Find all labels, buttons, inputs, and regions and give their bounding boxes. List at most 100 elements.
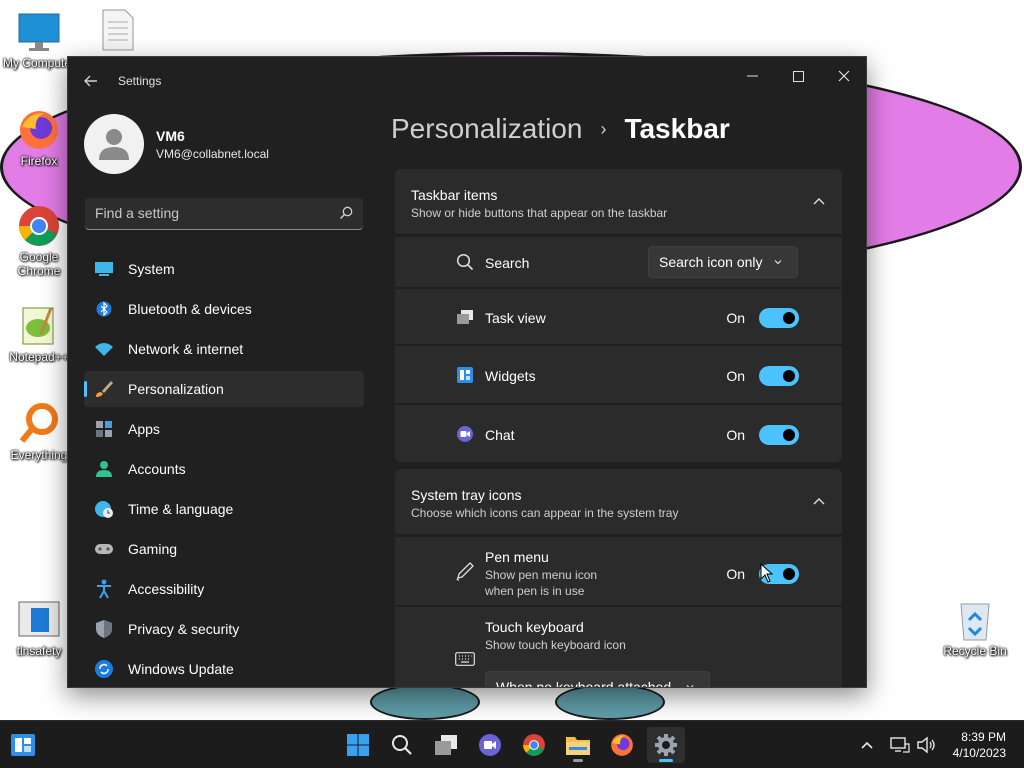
system-tray-header[interactable]: System tray icons Choose which icons can…: [395, 469, 842, 535]
search-icon: [455, 252, 475, 272]
avatar[interactable]: [84, 114, 144, 174]
taskbar-items-header[interactable]: Taskbar items Show or hide buttons that …: [395, 169, 842, 235]
setting-label: Task view: [485, 310, 546, 326]
sidebar-item-gaming[interactable]: Gaming: [84, 531, 364, 567]
title-bar: Settings: [68, 57, 866, 105]
sidebar-item-accessibility[interactable]: Accessibility: [84, 571, 364, 607]
minimize-button[interactable]: [729, 61, 775, 91]
chat-icon: [455, 424, 475, 444]
search-input[interactable]: [85, 198, 325, 228]
chrome-taskbar-button[interactable]: [515, 727, 553, 763]
chevron-up-icon[interactable]: [812, 195, 826, 209]
setting-row-chat: Chat On: [395, 403, 842, 462]
section-title: System tray icons: [411, 487, 522, 503]
everything-icon: [17, 402, 61, 446]
settings-taskbar-button[interactable]: [647, 727, 685, 763]
system-clock[interactable]: 8:39 PM 4/10/2023: [953, 729, 1006, 761]
sidebar-item-personalization[interactable]: Personalization: [84, 371, 364, 407]
sidebar-item-accounts[interactable]: Accounts: [84, 451, 364, 487]
sidebar-item-label: Gaming: [128, 541, 178, 557]
app-title: Settings: [118, 74, 162, 88]
setting-row-touch-keyboard: Touch keyboard Show touch keyboard icon …: [395, 605, 842, 687]
start-button[interactable]: [339, 727, 377, 763]
chevron-up-icon: [861, 741, 873, 749]
network-icon: [890, 737, 910, 753]
sidebar-item-apps[interactable]: Apps: [84, 411, 364, 447]
wifi-icon: [94, 339, 114, 359]
task-view-toggle[interactable]: [759, 308, 799, 328]
windows-update-icon: [94, 659, 114, 679]
chat-taskbar-button[interactable]: [471, 727, 509, 763]
clock-time: 8:39 PM: [961, 730, 1006, 744]
setting-row-task-view: Task view On: [395, 287, 842, 344]
toggle-state-label: On: [726, 368, 745, 384]
show-hidden-icons-button[interactable]: [852, 727, 882, 763]
chevron-up-icon[interactable]: [812, 495, 826, 509]
touch-keyboard-dropdown[interactable]: When no keyboard attached: [485, 671, 710, 687]
sidebar-item-bluetooth[interactable]: Bluetooth & devices: [84, 291, 364, 327]
keyboard-icon: [455, 649, 475, 669]
monitor-icon: [17, 10, 61, 54]
sidebar-item-label: Bluetooth & devices: [128, 301, 252, 317]
chrome-icon: [17, 204, 61, 248]
chevron-down-icon: [774, 260, 782, 265]
back-button[interactable]: [78, 69, 104, 93]
task-view-icon: [455, 307, 475, 327]
task-view-icon: [435, 735, 457, 755]
sidebar-item-network[interactable]: Network & internet: [84, 331, 364, 367]
desktop-icon-text-file[interactable]: [78, 8, 156, 54]
dropdown-value: Search icon only: [659, 254, 763, 270]
firefox-icon: [611, 734, 633, 756]
chat-icon: [479, 734, 501, 756]
setting-row-search: Search Search icon only: [395, 235, 842, 287]
sidebar-item-label: Personalization: [128, 381, 224, 397]
system-tray-section: System tray icons Choose which icons can…: [395, 469, 842, 687]
maximize-button[interactable]: [775, 61, 821, 91]
setting-label: Widgets: [485, 368, 536, 384]
widgets-taskbar-button[interactable]: [4, 727, 42, 763]
widgets-icon: [11, 734, 35, 756]
widgets-icon: [455, 365, 475, 385]
system-display-icon: [94, 259, 114, 279]
quick-settings-button[interactable]: [884, 727, 942, 763]
sidebar-item-privacy[interactable]: Privacy & security: [84, 611, 364, 647]
widgets-toggle[interactable]: [759, 366, 799, 386]
search-icon: [392, 735, 412, 755]
chrome-icon: [523, 734, 545, 756]
sidebar-item-time-language[interactable]: Time & language: [84, 491, 364, 527]
toggle-state-label: On: [726, 427, 745, 443]
taskbar-search-button[interactable]: [383, 727, 421, 763]
chevron-down-icon: [686, 685, 694, 687]
firefox-taskbar-button[interactable]: [603, 727, 641, 763]
desktop-icon-recycle-bin[interactable]: Recycle Bin: [936, 598, 1014, 658]
user-icon: [99, 129, 129, 160]
settings-window: Settings VM6 VM6@collabnet.local System: [67, 56, 867, 688]
sidebar-item-label: Apps: [128, 421, 160, 437]
setting-description: Show pen menu icon: [485, 568, 598, 582]
section-subtitle: Show or hide buttons that appear on the …: [411, 206, 668, 220]
file-explorer-taskbar-button[interactable]: [559, 727, 597, 763]
sidebar-item-label: Network & internet: [128, 341, 244, 357]
gear-icon: [655, 734, 677, 756]
setting-label: Pen menu: [485, 549, 549, 565]
task-view-button[interactable]: [427, 727, 465, 763]
sidebar-item-label: Windows Update: [128, 661, 234, 677]
breadcrumb-separator: ›: [600, 118, 607, 139]
accessibility-icon: [94, 579, 114, 599]
gamepad-icon: [94, 539, 114, 559]
sidebar-item-windows-update[interactable]: Windows Update: [84, 651, 364, 687]
setting-label: Chat: [485, 427, 515, 443]
sidebar-item-system[interactable]: System: [84, 251, 364, 287]
close-button[interactable]: [821, 61, 866, 91]
search-mode-dropdown[interactable]: Search icon only: [648, 246, 798, 278]
volume-icon: [917, 736, 935, 754]
setting-label: Touch keyboard: [485, 619, 584, 635]
chat-toggle[interactable]: [759, 425, 799, 445]
folder-icon: [566, 737, 590, 755]
firefox-icon: [17, 108, 61, 152]
search-icon[interactable]: [339, 206, 353, 220]
setting-description: when pen is in use: [485, 584, 585, 598]
clock-date: 4/10/2023: [952, 746, 1006, 760]
breadcrumb-parent[interactable]: Personalization: [391, 113, 582, 145]
setting-label: Search: [485, 255, 530, 271]
